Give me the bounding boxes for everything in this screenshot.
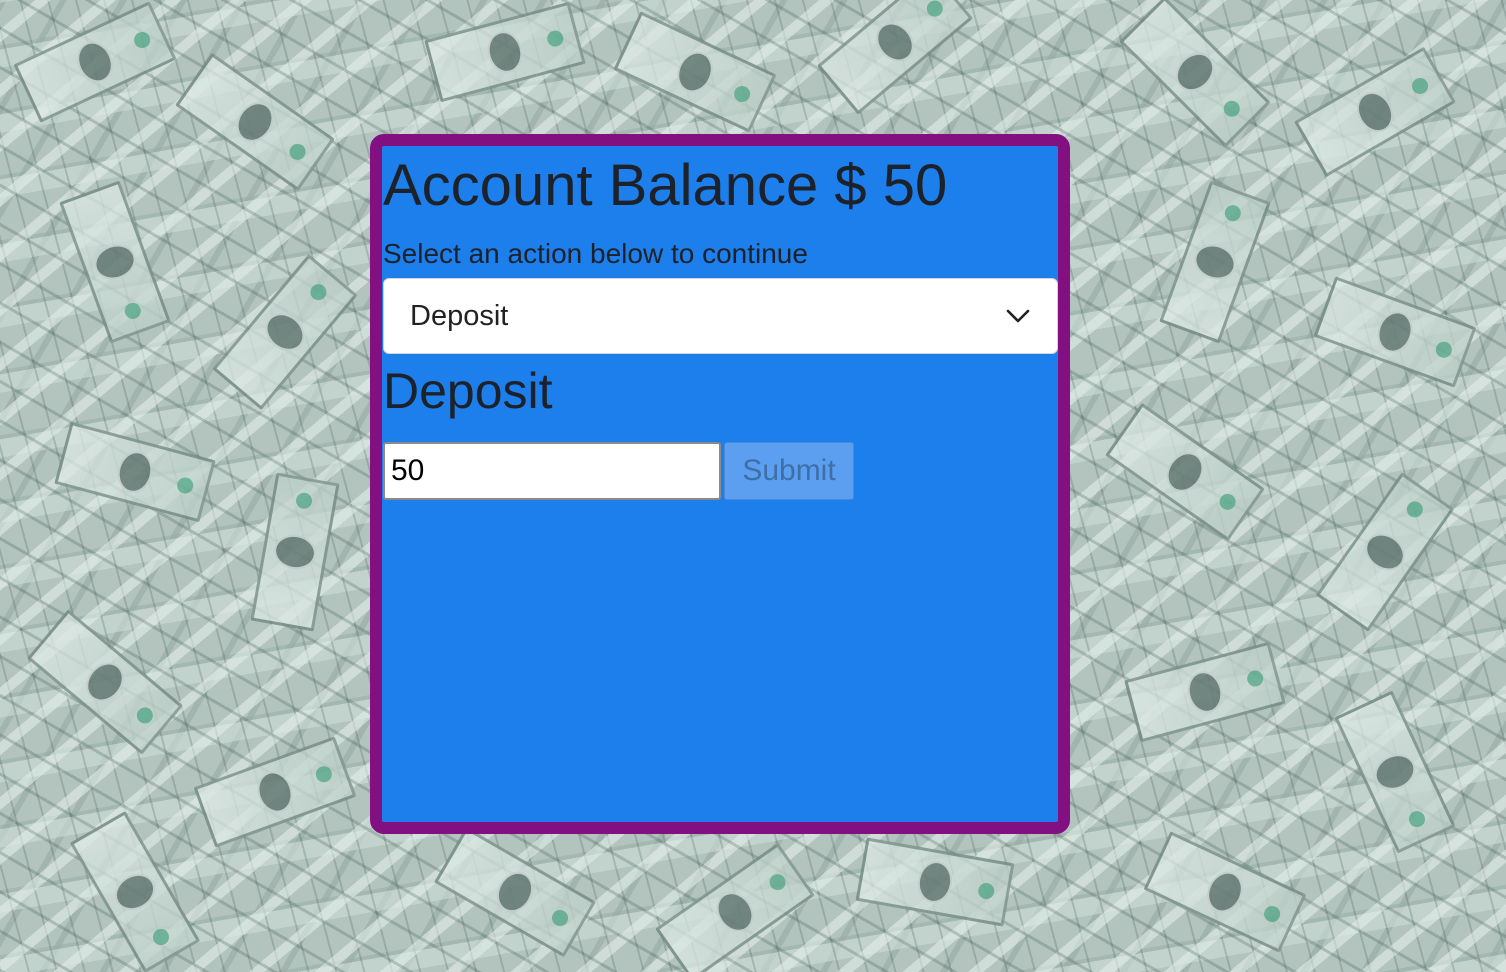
- account-balance-title: Account Balance $ 50: [383, 153, 948, 218]
- action-select-value: Deposit: [410, 299, 509, 332]
- submit-button[interactable]: Submit: [724, 442, 854, 500]
- action-select[interactable]: Deposit: [383, 278, 1058, 354]
- deposit-amount-input[interactable]: [383, 442, 721, 500]
- deposit-section-title: Deposit: [383, 363, 553, 419]
- chevron-down-icon: [1006, 309, 1030, 323]
- account-card: Account Balance $ 50 Select an action be…: [370, 134, 1070, 834]
- deposit-form: Submit: [382, 442, 1058, 500]
- action-instruction: Select an action below to continue: [383, 238, 808, 269]
